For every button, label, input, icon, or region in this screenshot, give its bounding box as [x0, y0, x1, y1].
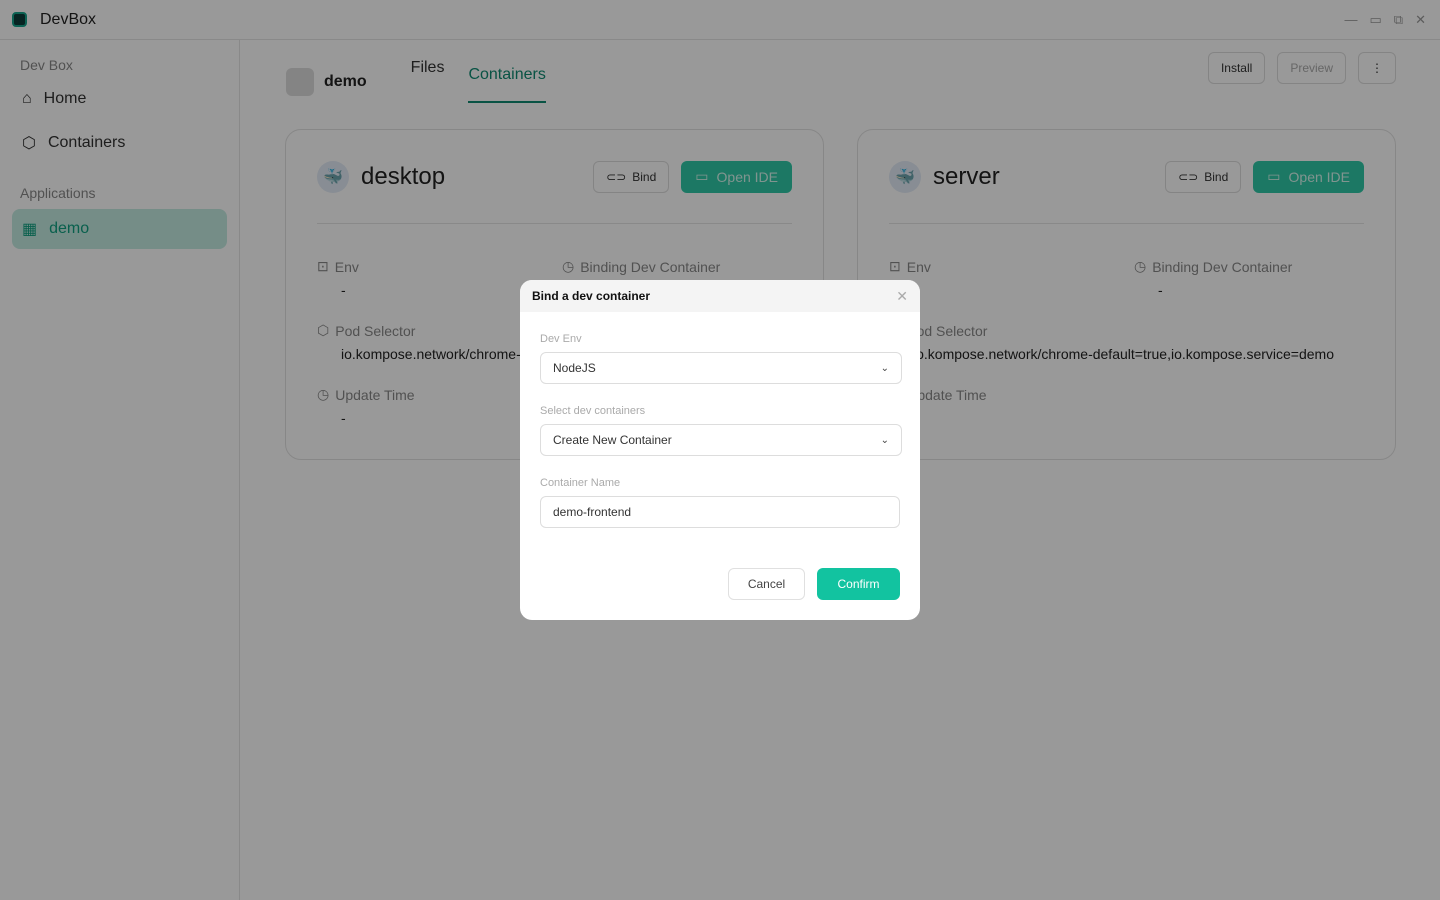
confirm-button[interactable]: Confirm	[817, 568, 900, 600]
dialog-title: Bind a dev container	[532, 289, 651, 303]
chevron-down-icon: ⌄	[880, 362, 889, 374]
dev-env-select[interactable]: NodeJS ⌄	[540, 352, 902, 384]
dev-env-label: Dev Env	[540, 333, 582, 345]
container-name-input[interactable]: demo-frontend	[540, 496, 900, 528]
container-name-label: Container Name	[540, 477, 621, 489]
cancel-button[interactable]: Cancel	[728, 568, 805, 600]
select-containers-label: Select dev containers	[540, 405, 646, 417]
bind-dev-container-dialog: Bind a dev container ✕ Dev Env NodeJS ⌄ Se…	[520, 280, 920, 620]
close-icon[interactable]: ✕	[896, 288, 908, 305]
dev-containers-select[interactable]: Create New Container ⌄	[540, 424, 902, 456]
chevron-down-icon: ⌄	[880, 434, 889, 446]
